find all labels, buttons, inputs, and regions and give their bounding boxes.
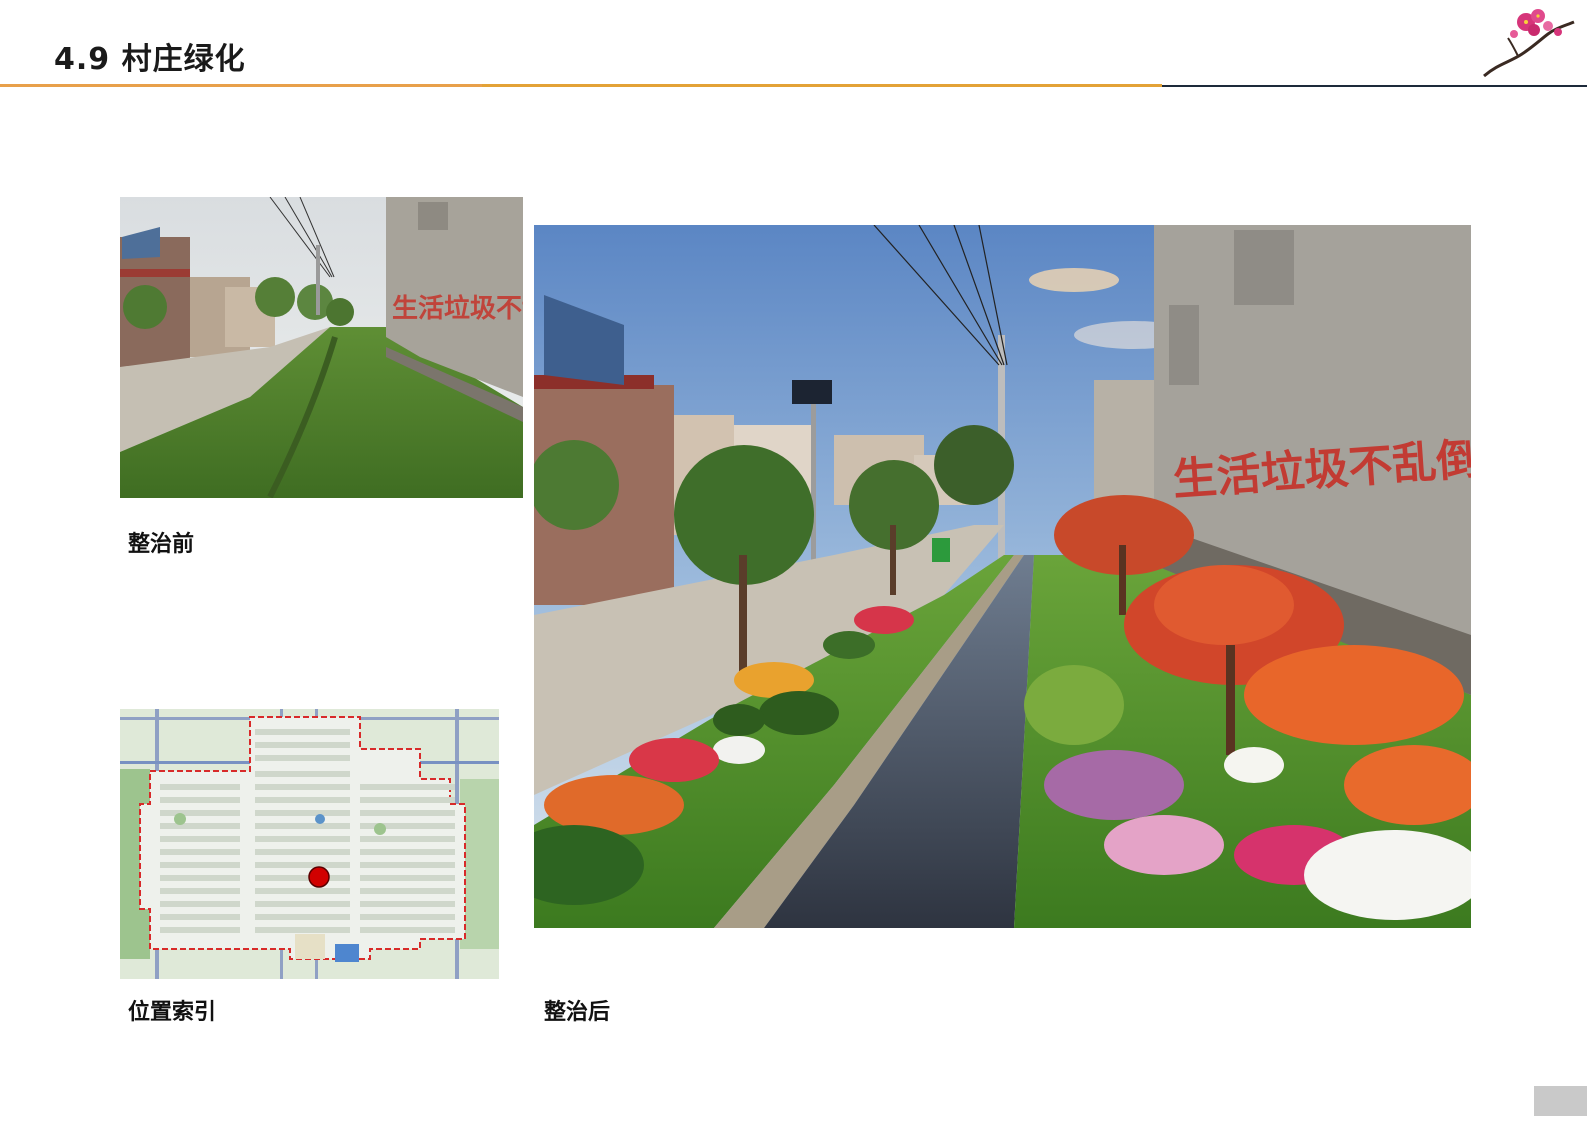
page-tab [1534, 1086, 1587, 1116]
section-title: 4.9 村庄绿化 [54, 42, 246, 77]
location-map [120, 709, 499, 979]
after-caption: 整治后 [544, 1000, 611, 1025]
location-map-caption: 位置索引 [128, 1000, 217, 1025]
before-wall-slogan: 生活垃圾不乱倒,村庄绿 [392, 293, 523, 324]
header-rule-gold [482, 84, 1162, 87]
before-photo: 生活垃圾不乱倒,村庄绿 [120, 197, 523, 498]
after-photo: 生活垃圾不乱倒,村庄绿 [534, 225, 1471, 928]
location-marker [308, 866, 330, 888]
plum-blossom-icon [1478, 4, 1578, 82]
header-rule-orange [0, 84, 482, 87]
header-rule-dark [1162, 85, 1587, 87]
before-caption: 整治前 [128, 532, 195, 557]
